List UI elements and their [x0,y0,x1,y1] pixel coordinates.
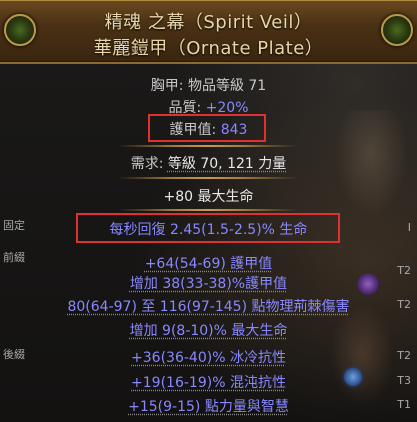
mod-row-6: +19(16-19)% 混沌抗性 [0,372,417,392]
mod-tier-6: T3 [397,374,411,387]
requirement-value: 等級 70, 121 力量 [167,156,287,172]
armour-value: 843 [220,122,248,138]
armour-row: 護甲值: 843 [0,119,417,139]
requirement-label: 需求: [130,156,168,172]
mod-text: +36(36-40)% 冰冷抗性 [131,350,286,366]
implicit-mod: +80 最大生命 [0,186,417,206]
item-tooltip: 精魂 之幕（Spirit Veil） 華麗鎧甲（Ornate Plate） 胸甲… [0,0,417,422]
mod-tier-7: T1 [397,398,411,411]
item-unique-name: 精魂 之幕（Spirit Veil） [104,12,313,33]
item-name-header: 精魂 之幕（Spirit Veil） 華麗鎧甲（Ornate Plate） [0,0,417,64]
mod-text: +19(16-19)% 混沌抗性 [131,375,286,391]
item-type-level: 胸甲: 物品等級 71 [0,75,417,95]
mod-tier-5: T2 [397,349,411,362]
separator-2 [118,177,298,179]
mod-text: +15(9-15) 點力量與智慧 [128,399,289,415]
armour-label: 護甲值: [169,122,221,138]
mod-row-1: +64(54-69) 護甲值 [0,253,417,273]
mod-text: +64(54-69) 護甲值 [144,256,273,272]
mod-row-3: 80(64-97) 至 116(97-145) 點物理荊棘傷害 [0,296,417,316]
mod-row-4: 增加 9(8-10)% 最大生命 [0,320,417,340]
mod-text: 80(64-97) 至 116(97-145) 點物理荊棘傷害 [67,299,350,315]
implicit-mod-text: +80 最大生命 [163,189,254,205]
separator-3 [118,209,298,211]
item-base-name: 華麗鎧甲（Ornate Plate） [93,38,324,59]
item-type-level-text: 胸甲: 物品等級 71 [150,78,267,94]
mod-row-2: 增加 38(33-38)%護甲值 [0,273,417,293]
separator-1 [118,145,298,147]
mod-text: 增加 9(8-10)% 最大生命 [129,323,288,339]
mod-row-5: +36(36-40)% 冰冷抗性 [0,347,417,367]
mod-text: 每秒回復 2.45(1.5-2.5)% 生命 [109,222,308,238]
mod-tier-3: T2 [397,298,411,311]
mod-row-7: +15(9-15) 點力量與智慧 [0,396,417,416]
requirement-row: 需求: 等級 70, 121 力量 [0,153,417,173]
mod-row-0: 每秒回復 2.45(1.5-2.5)% 生命 [0,219,417,239]
mod-text: 增加 38(33-38)%護甲值 [129,276,288,292]
mod-tier-0: I [407,221,411,234]
